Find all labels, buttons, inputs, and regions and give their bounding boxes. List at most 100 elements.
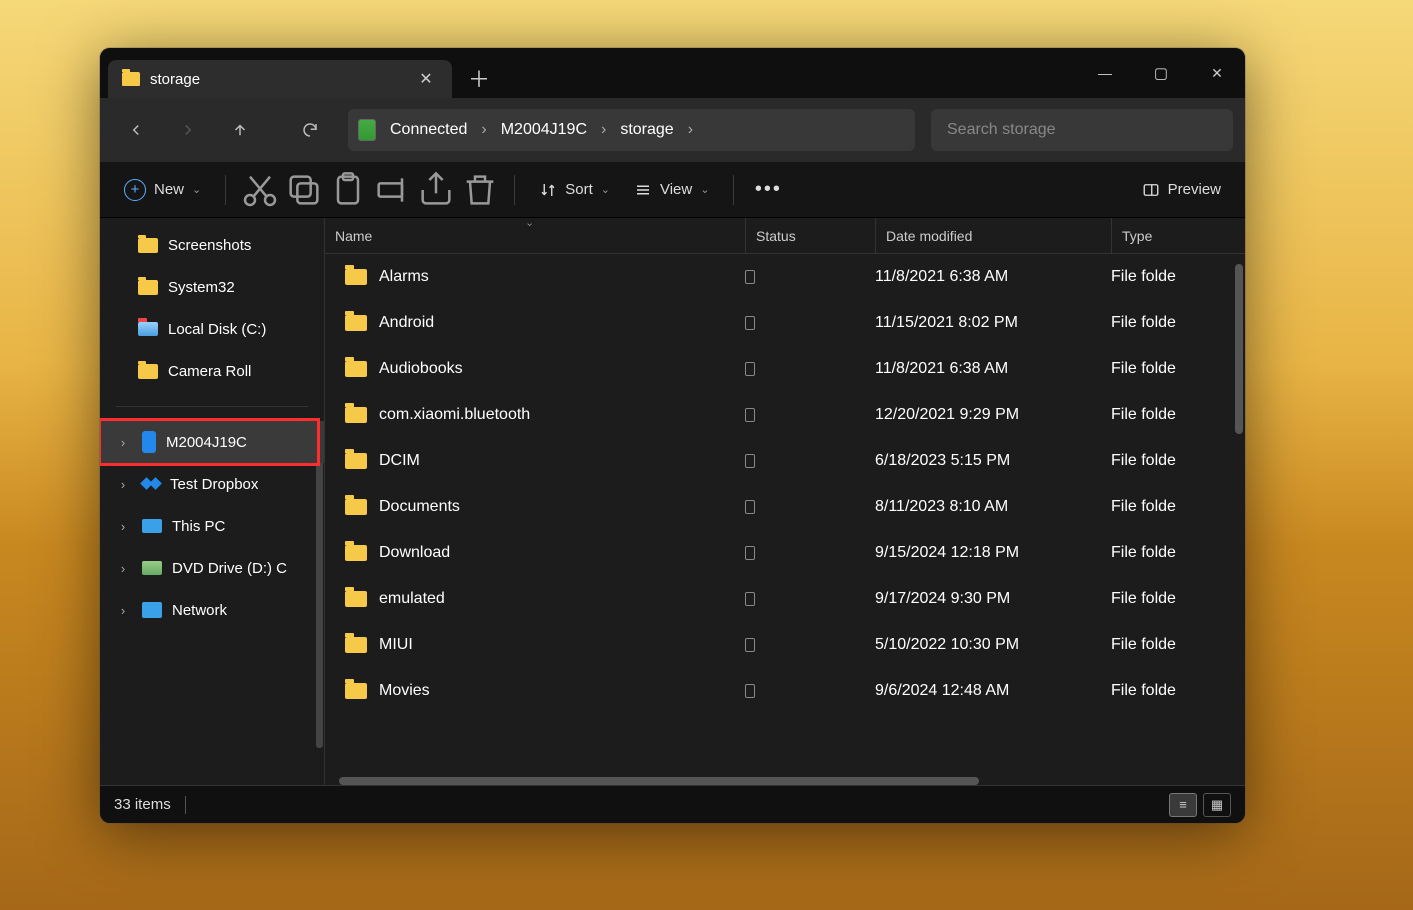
phone-status-icon bbox=[745, 408, 755, 422]
chevron-right-icon[interactable]: › bbox=[481, 121, 486, 139]
forward-button[interactable] bbox=[164, 110, 212, 150]
sort-button[interactable]: Sort ⌄ bbox=[529, 171, 620, 209]
share-button[interactable] bbox=[416, 171, 456, 209]
main-scrollbar[interactable] bbox=[1235, 264, 1243, 434]
file-name: MIUI bbox=[379, 636, 413, 654]
column-date[interactable]: Date modified bbox=[875, 218, 1111, 253]
tab-strip: storage ✕ ＋ bbox=[100, 48, 1245, 98]
sidebar-item[interactable]: Local Disk (C:) bbox=[100, 308, 324, 350]
chevron-down-icon: ⌄ bbox=[700, 183, 709, 196]
file-type: File folde bbox=[1111, 360, 1245, 378]
breadcrumb-seg-storage[interactable]: storage bbox=[612, 121, 681, 139]
file-list[interactable]: Alarms11/8/2021 6:38 AMFile foldeAndroid… bbox=[325, 254, 1245, 785]
expand-icon[interactable]: › bbox=[114, 435, 132, 450]
sidebar-item[interactable]: › M2004J19C bbox=[100, 421, 324, 463]
expand-icon[interactable]: › bbox=[114, 519, 132, 534]
main-panel: Name ⌄ Status Date modified Type Alarms1… bbox=[325, 218, 1245, 785]
file-type: File folde bbox=[1111, 406, 1245, 424]
maximize-button[interactable] bbox=[1133, 48, 1189, 98]
expand-icon[interactable]: › bbox=[114, 477, 132, 492]
file-date: 8/11/2023 8:10 AM bbox=[875, 498, 1111, 516]
more-button[interactable]: ••• bbox=[748, 171, 788, 209]
details-view-toggle[interactable]: ≡ bbox=[1169, 793, 1197, 817]
new-tab-button[interactable]: ＋ bbox=[468, 62, 490, 94]
sidebar-item-label: Camera Roll bbox=[168, 363, 251, 380]
column-status[interactable]: Status bbox=[745, 218, 875, 253]
expand-icon[interactable]: › bbox=[114, 603, 132, 618]
paste-button[interactable] bbox=[328, 171, 368, 209]
new-button[interactable]: + New ⌄ bbox=[114, 171, 211, 209]
file-row[interactable]: Alarms11/8/2021 6:38 AMFile folde bbox=[325, 254, 1245, 300]
folder-icon bbox=[345, 407, 367, 423]
back-button[interactable] bbox=[112, 110, 160, 150]
rename-button[interactable] bbox=[372, 171, 412, 209]
file-row[interactable]: Documents8/11/2023 8:10 AMFile folde bbox=[325, 484, 1245, 530]
sort-indicator-icon: ⌄ bbox=[525, 218, 534, 229]
sidebar[interactable]: Screenshots System32 Local Disk (C:) Camera… bbox=[100, 218, 325, 785]
file-date: 9/17/2024 9:30 PM bbox=[875, 590, 1111, 608]
file-row[interactable]: DCIM6/18/2023 5:15 PMFile folde bbox=[325, 438, 1245, 484]
chevron-right-icon[interactable]: › bbox=[688, 121, 693, 139]
sidebar-item[interactable]: ›Network bbox=[100, 589, 324, 631]
column-name[interactable]: Name ⌄ bbox=[325, 218, 745, 253]
folder-icon bbox=[345, 683, 367, 699]
sidebar-item[interactable]: ›Test Dropbox bbox=[100, 463, 324, 505]
file-row[interactable]: Audiobooks11/8/2021 6:38 AMFile folde bbox=[325, 346, 1245, 392]
sidebar-item[interactable]: Camera Roll bbox=[100, 350, 324, 392]
phone-status-icon bbox=[745, 362, 755, 376]
sidebar-item-label: System32 bbox=[168, 279, 235, 296]
dropbox-icon bbox=[142, 475, 160, 493]
folder-icon bbox=[138, 364, 158, 379]
phone-status-icon bbox=[745, 684, 755, 698]
sidebar-item-label: DVD Drive (D:) C bbox=[172, 560, 287, 577]
explorer-window: storage ✕ ＋ Connected › M2004J19C › stor… bbox=[100, 48, 1245, 823]
cut-button[interactable] bbox=[240, 171, 280, 209]
close-tab-icon[interactable]: ✕ bbox=[414, 69, 438, 89]
folder-icon bbox=[345, 637, 367, 653]
file-row[interactable]: Movies9/6/2024 12:48 AMFile folde bbox=[325, 668, 1245, 714]
sidebar-item-label: M2004J19C bbox=[166, 434, 247, 451]
search-input[interactable] bbox=[931, 109, 1233, 151]
expand-icon[interactable]: › bbox=[114, 561, 132, 576]
copy-button[interactable] bbox=[284, 171, 324, 209]
file-date: 11/8/2021 6:38 AM bbox=[875, 360, 1111, 378]
thumbnails-view-toggle[interactable]: ▦ bbox=[1203, 793, 1231, 817]
column-type[interactable]: Type bbox=[1111, 218, 1245, 253]
folder-icon bbox=[138, 238, 158, 253]
sidebar-item[interactable]: ›This PC bbox=[100, 505, 324, 547]
divider bbox=[116, 406, 308, 407]
file-row[interactable]: Download9/15/2024 12:18 PMFile folde bbox=[325, 530, 1245, 576]
phone-status-icon bbox=[745, 270, 755, 284]
file-row[interactable]: Android11/15/2021 8:02 PMFile folde bbox=[325, 300, 1245, 346]
phone-status-icon bbox=[745, 316, 755, 330]
file-row[interactable]: emulated9/17/2024 9:30 PMFile folde bbox=[325, 576, 1245, 622]
minimize-button[interactable] bbox=[1077, 48, 1133, 98]
file-row[interactable]: MIUI5/10/2022 10:30 PMFile folde bbox=[325, 622, 1245, 668]
close-window-button[interactable] bbox=[1189, 48, 1245, 98]
file-date: 9/6/2024 12:48 AM bbox=[875, 682, 1111, 700]
sidebar-item-label: Local Disk (C:) bbox=[168, 321, 266, 338]
preview-button[interactable]: Preview bbox=[1132, 171, 1231, 209]
file-type: File folde bbox=[1111, 452, 1245, 470]
delete-button[interactable] bbox=[460, 171, 500, 209]
tab-storage[interactable]: storage ✕ bbox=[108, 60, 452, 98]
breadcrumb[interactable]: Connected › M2004J19C › storage › bbox=[348, 109, 915, 151]
tab-title: storage bbox=[150, 71, 404, 88]
sidebar-item[interactable]: Screenshots bbox=[100, 224, 324, 266]
sidebar-item[interactable]: System32 bbox=[100, 266, 324, 308]
up-button[interactable] bbox=[216, 110, 264, 150]
phone-status-icon bbox=[745, 592, 755, 606]
pc-icon bbox=[142, 519, 162, 533]
folder-icon bbox=[345, 361, 367, 377]
breadcrumb-seg-connected[interactable]: Connected bbox=[382, 121, 475, 139]
sidebar-item[interactable]: › DVD Drive (D:) C bbox=[100, 547, 324, 589]
view-button[interactable]: View ⌄ bbox=[624, 171, 719, 209]
refresh-button[interactable] bbox=[286, 110, 334, 150]
breadcrumb-seg-device[interactable]: M2004J19C bbox=[493, 121, 595, 139]
status-bar: 33 items ≡ ▦ bbox=[100, 785, 1245, 823]
sort-label: Sort bbox=[565, 181, 593, 198]
chevron-right-icon[interactable]: › bbox=[601, 121, 606, 139]
horizontal-scrollbar[interactable] bbox=[339, 777, 979, 785]
folder-icon bbox=[138, 280, 158, 295]
file-row[interactable]: com.xiaomi.bluetooth12/20/2021 9:29 PMFi… bbox=[325, 392, 1245, 438]
